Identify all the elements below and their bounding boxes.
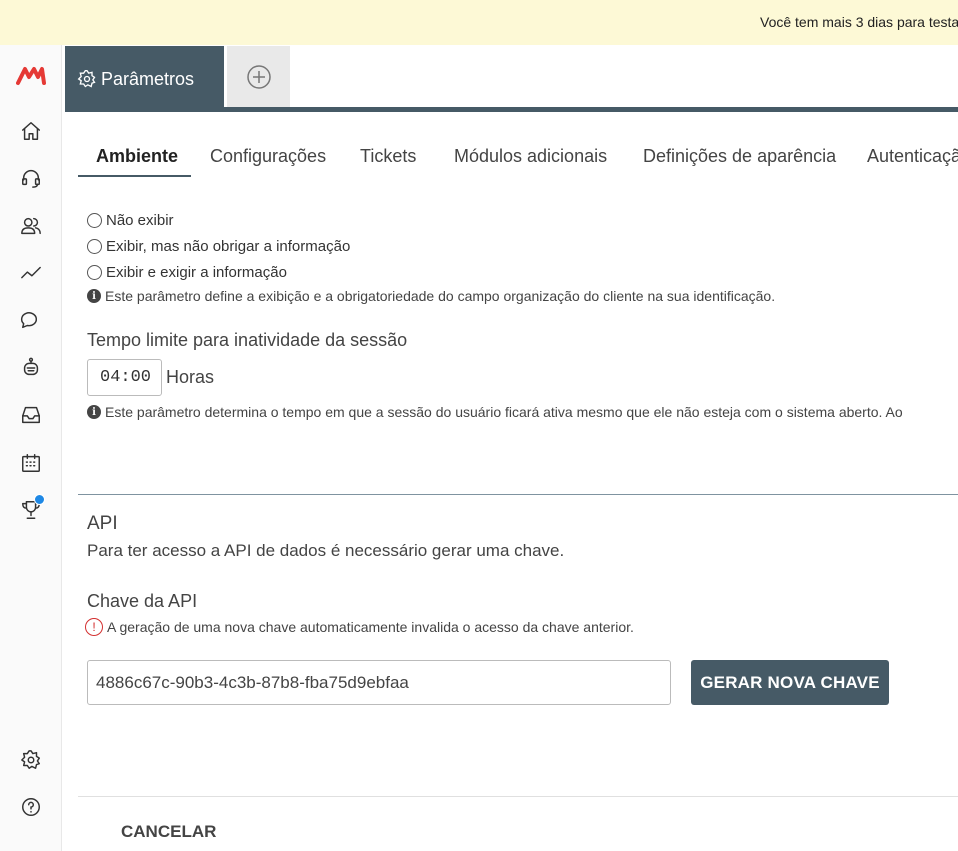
warning-text: A geração de uma nova chave automaticame… bbox=[107, 619, 634, 635]
tab-tickets[interactable]: Tickets bbox=[360, 146, 416, 167]
settings-content: Não exibir Exibir, mas não obrigar a inf… bbox=[65, 180, 958, 851]
plus-circle-icon bbox=[246, 64, 271, 89]
info-icon: i bbox=[87, 289, 101, 303]
api-warning: ! A geração de uma nova chave automatica… bbox=[85, 618, 634, 636]
trend-icon[interactable] bbox=[15, 257, 47, 289]
gear-icon bbox=[77, 70, 96, 88]
session-timeout-input[interactable]: 04:00 bbox=[87, 359, 162, 396]
session-timeout-label: Tempo limite para inatividade da sessão bbox=[87, 330, 408, 350]
info-text: Este parâmetro determina o tempo em que … bbox=[105, 404, 903, 420]
sidebar bbox=[0, 45, 62, 851]
alert-icon: ! bbox=[85, 618, 103, 636]
headset-icon[interactable] bbox=[15, 162, 47, 194]
active-tab-indicator bbox=[78, 175, 191, 177]
brand-logo-icon[interactable] bbox=[16, 65, 46, 87]
radio-button[interactable] bbox=[87, 265, 102, 280]
radio-label: Exibir, mas não obrigar a informação bbox=[106, 238, 351, 255]
tabbar-divider bbox=[65, 107, 958, 112]
info-text: Este parâmetro define a exibição e a obr… bbox=[105, 288, 776, 304]
radio-label: Exibir e exigir a informação bbox=[106, 264, 287, 281]
notification-badge bbox=[34, 494, 45, 505]
inbox-icon[interactable] bbox=[15, 399, 47, 431]
radio-button[interactable] bbox=[87, 213, 102, 228]
session-info: i Este parâmetro determina o tempo em qu… bbox=[87, 404, 903, 420]
tab-label: Parâmetros bbox=[101, 68, 195, 89]
radio-nao-exibir[interactable]: Não exibir bbox=[87, 212, 174, 229]
generate-key-button[interactable]: GERAR NOVA CHAVE bbox=[691, 660, 889, 705]
radio-exibir-exigir[interactable]: Exibir e exigir a informação bbox=[87, 264, 287, 281]
radio-button[interactable] bbox=[87, 239, 102, 254]
users-icon[interactable] bbox=[15, 210, 47, 242]
trial-banner: Você tem mais 3 dias para testar bbox=[0, 0, 958, 45]
gear-icon[interactable] bbox=[15, 744, 47, 776]
tab-definicoes-aparencia[interactable]: Definições de aparência bbox=[643, 146, 836, 167]
settings-tabs: Ambiente Configurações Tickets Módulos a… bbox=[78, 134, 958, 179]
radio-exibir-nao-obrigar[interactable]: Exibir, mas não obrigar a informação bbox=[87, 238, 350, 255]
tab-parametros[interactable]: Parâmetros bbox=[65, 46, 224, 112]
api-key-field[interactable]: 4886c67c-90b3-4c3b-87b8-fba75d9ebfaa bbox=[87, 660, 671, 705]
tab-ambiente[interactable]: Ambiente bbox=[96, 146, 178, 167]
api-description: Para ter acesso a API de dados é necessá… bbox=[87, 541, 565, 560]
trial-banner-text: Você tem mais 3 dias para testar bbox=[760, 14, 958, 30]
tab-modulos-adicionais[interactable]: Módulos adicionais bbox=[454, 146, 607, 167]
robot-icon[interactable] bbox=[15, 352, 47, 384]
footer-divider bbox=[78, 796, 958, 797]
org-field-info: i Este parâmetro define a exibição e a o… bbox=[87, 288, 775, 304]
info-icon: i bbox=[87, 405, 101, 419]
add-tab-button[interactable] bbox=[227, 46, 290, 107]
radio-label: Não exibir bbox=[106, 212, 174, 229]
help-icon[interactable] bbox=[15, 791, 47, 823]
section-divider bbox=[78, 494, 958, 495]
calendar-icon[interactable] bbox=[15, 447, 47, 479]
tab-configuracoes[interactable]: Configurações bbox=[210, 146, 326, 167]
session-timeout-unit: Horas bbox=[166, 367, 215, 387]
top-tabbar: Parâmetros bbox=[65, 46, 958, 112]
tab-autenticacao[interactable]: Autenticação bbox=[867, 146, 958, 167]
home-icon[interactable] bbox=[15, 115, 47, 147]
trophy-icon[interactable] bbox=[15, 494, 47, 526]
api-section-title: API bbox=[87, 513, 118, 534]
api-key-label: Chave da API bbox=[87, 591, 198, 611]
cancel-button[interactable]: CANCELAR bbox=[121, 822, 216, 842]
chat-icon[interactable] bbox=[15, 304, 47, 336]
